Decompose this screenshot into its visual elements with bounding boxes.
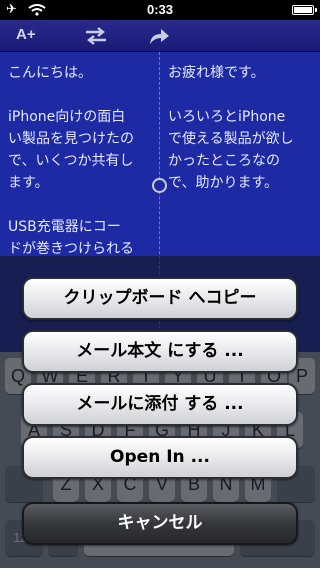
- copy-to-clipboard-button[interactable]: クリップボード へコピー: [22, 277, 298, 320]
- right-text-pane[interactable]: お疲れ様です。 いろいろとiPhone で使える製品が欲し かったところなの で…: [168, 62, 318, 194]
- font-size-button[interactable]: A+: [16, 26, 36, 43]
- editor-toolbar: A+: [0, 20, 320, 52]
- mail-attach-button[interactable]: メールに添付 する ...: [22, 383, 298, 426]
- left-text-pane[interactable]: こんにちは。 iPhone向けの面白 い製品を見つけたの で、いくつか共有し ま…: [8, 62, 158, 260]
- status-bar: ✈ 0:33: [0, 0, 320, 20]
- cancel-button[interactable]: キャンセル: [22, 502, 298, 545]
- open-in-button[interactable]: Open In ...: [22, 436, 298, 479]
- status-time: 0:33: [146, 2, 174, 17]
- split-handle[interactable]: [152, 178, 167, 193]
- share-arrow-icon[interactable]: [148, 26, 170, 46]
- battery-icon: [292, 5, 317, 15]
- mail-body-button[interactable]: メール本文 にする ...: [22, 330, 298, 373]
- swap-arrows-icon[interactable]: [84, 27, 108, 45]
